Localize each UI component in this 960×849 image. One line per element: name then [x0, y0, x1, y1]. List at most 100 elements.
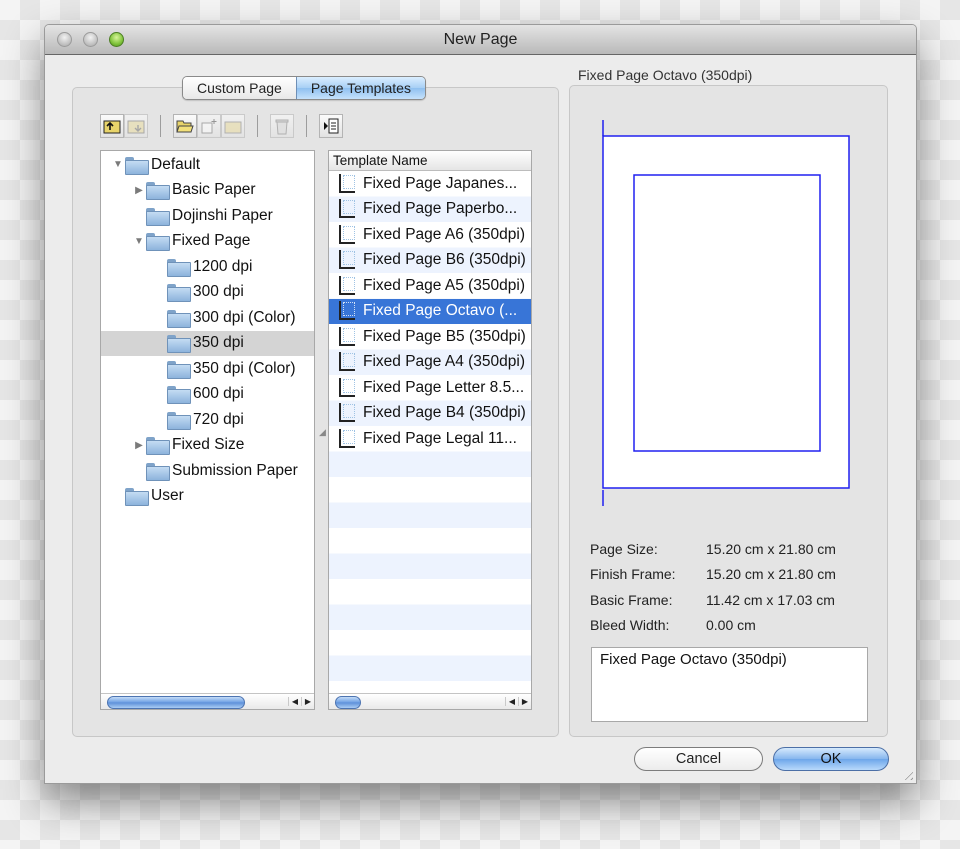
- list-horizontal-scrollbar[interactable]: ◀ ▶: [329, 693, 531, 709]
- scrollbar-track[interactable]: [329, 695, 505, 709]
- page-frame-glyph: [343, 327, 355, 342]
- disclosure-collapsed-icon[interactable]: ▶: [132, 440, 146, 451]
- tree-item[interactable]: ▼ Fixed Page: [101, 229, 314, 254]
- tree-item[interactable]: 720 dpi: [101, 407, 314, 432]
- template-row[interactable]: Fixed Page Japanes...: [329, 171, 531, 197]
- move-to-folder-button[interactable]: [124, 114, 148, 138]
- column-header-template-name[interactable]: Template Name: [329, 151, 531, 171]
- window-title: New Page: [443, 31, 518, 48]
- tree-item[interactable]: ▶ Fixed Size: [101, 433, 314, 458]
- disclosure-expanded-icon[interactable]: ▼: [132, 236, 146, 247]
- info-value: 0.00 cm: [706, 617, 756, 634]
- folder-icon: [167, 360, 191, 379]
- template-row[interactable]: Fixed Page B6 (350dpi): [329, 248, 531, 274]
- template-name: Fixed Page Japanes...: [363, 174, 518, 192]
- cancel-button[interactable]: Cancel: [634, 747, 763, 771]
- template-name: Fixed Page A4 (350dpi): [363, 353, 525, 371]
- page-frame-glyph: [343, 302, 355, 317]
- page-frame-glyph: [343, 378, 355, 393]
- pane-splitter[interactable]: ◢: [317, 150, 327, 710]
- tree-item[interactable]: 350 dpi (Color): [101, 356, 314, 381]
- template-row[interactable]: Fixed Page A5 (350dpi): [329, 273, 531, 299]
- template-row[interactable]: Fixed Page A6 (350dpi): [329, 222, 531, 248]
- tree-item[interactable]: 600 dpi: [101, 382, 314, 407]
- new-folder-button[interactable]: [221, 114, 245, 138]
- tree-item[interactable]: ▶ Basic Paper: [101, 178, 314, 203]
- template-row[interactable]: Fixed Page B4 (350dpi): [329, 401, 531, 427]
- page-template-icon: [339, 377, 357, 398]
- scrollbar-thumb[interactable]: [335, 695, 361, 709]
- tab-custom-page[interactable]: Custom Page: [183, 77, 296, 99]
- folder-tree[interactable]: ▼ Default ▶ Basic Paper Dojinshi Paper ▼ Fixed…: [100, 150, 315, 710]
- splitter-grip-icon: ◢: [319, 427, 326, 437]
- template-row[interactable]: Fixed Page Legal 11...: [329, 426, 531, 452]
- template-name: Fixed Page Letter 8.5...: [363, 378, 525, 396]
- template-toolbar: [100, 112, 343, 140]
- page-template-icon: [339, 352, 357, 372]
- scroll-left-arrow[interactable]: ◀: [288, 697, 301, 706]
- open-folder-button[interactable]: [173, 114, 197, 138]
- scrollbar-thumb[interactable]: [107, 695, 245, 709]
- tree-item-label: Basic Paper: [172, 181, 256, 198]
- tree-item[interactable]: Dojinshi Paper: [101, 203, 314, 228]
- template-browser: ▼ Default ▶ Basic Paper Dojinshi Paper ▼ Fixed…: [72, 87, 559, 737]
- title-bar[interactable]: New Page: [45, 25, 916, 55]
- tree-item[interactable]: Submission Paper: [101, 458, 314, 483]
- tree-item-label: 350 dpi: [193, 334, 244, 351]
- new-folder-icon: [224, 121, 242, 134]
- ok-button[interactable]: OK: [773, 747, 889, 771]
- tree-item[interactable]: 350 dpi: [101, 330, 314, 356]
- page-template-icon: [339, 326, 357, 347]
- page-template-icon: [339, 224, 357, 245]
- delete-button[interactable]: [270, 114, 294, 138]
- folder-icon: [146, 462, 170, 481]
- folder-up-button[interactable]: [100, 114, 124, 138]
- tree-item[interactable]: 300 dpi: [101, 280, 314, 305]
- info-label: Basic Frame:: [590, 591, 673, 608]
- page-template-icon: [339, 301, 357, 321]
- scroll-right-arrow[interactable]: ▶: [518, 697, 531, 706]
- tree-horizontal-scrollbar[interactable]: ◀ ▶: [101, 693, 314, 709]
- resize-grip-icon[interactable]: [901, 768, 913, 780]
- info-label: Bleed Width:: [590, 617, 670, 634]
- page-frame-glyph: [343, 429, 355, 444]
- tree-item-label: Dojinshi Paper: [172, 206, 273, 224]
- tree-item-label: Default: [151, 155, 201, 173]
- disclosure-expanded-icon[interactable]: ▼: [111, 159, 125, 170]
- page-frame-glyph: [343, 353, 355, 368]
- tree-item-label: 300 dpi: [193, 283, 244, 300]
- tree-item-label: Fixed Size: [172, 436, 245, 453]
- new-template-button[interactable]: [197, 114, 221, 138]
- info-value: 15.20 cm x 21.80 cm: [706, 566, 836, 583]
- folder-icon: [146, 233, 170, 251]
- template-row[interactable]: Fixed Page Paperbo...: [329, 197, 531, 223]
- tree-item[interactable]: User: [101, 484, 314, 509]
- info-row: Page Size: 15.20 cm x 21.80 cm: [590, 536, 836, 562]
- page-template-icon: [339, 173, 357, 194]
- preview-title: Fixed Page Octavo (350dpi): [578, 67, 753, 83]
- info-value: 11.42 cm x 17.03 cm: [706, 591, 835, 608]
- scroll-left-arrow[interactable]: ◀: [505, 697, 518, 706]
- template-row[interactable]: Fixed Page Letter 8.5...: [329, 375, 531, 401]
- template-name: Fixed Page B4 (350dpi): [363, 404, 526, 422]
- scroll-right-arrow[interactable]: ▶: [301, 697, 314, 706]
- template-row[interactable]: Fixed Page B5 (350dpi): [329, 324, 531, 350]
- template-row[interactable]: Fixed Page A4 (350dpi): [329, 350, 531, 376]
- tree-item-label: 720 dpi: [193, 410, 244, 428]
- tree-item[interactable]: 1200 dpi: [101, 254, 314, 279]
- tree-item[interactable]: ▼ Default: [101, 152, 314, 177]
- template-name: Fixed Page A6 (350dpi): [363, 225, 525, 243]
- page-preview: [602, 120, 850, 506]
- scrollbar-track[interactable]: [101, 695, 288, 709]
- tab-page-templates[interactable]: Page Templates: [295, 77, 425, 99]
- toggle-list-button[interactable]: [319, 114, 343, 138]
- template-row[interactable]: Fixed Page Octavo (...: [329, 298, 531, 324]
- disclosure-collapsed-icon[interactable]: ▶: [132, 185, 146, 196]
- toolbar-separator: [306, 115, 307, 137]
- page-template-icon: [339, 275, 357, 296]
- page-info: Page Size: 15.20 cm x 21.80 cm Finish Fram…: [590, 536, 836, 638]
- template-name: Fixed Page Legal 11...: [363, 429, 517, 447]
- tree-item[interactable]: 300 dpi (Color): [101, 305, 314, 330]
- new-template-icon: [201, 119, 217, 134]
- template-list[interactable]: Template Name Fixed Page Japanes... Fixed…: [328, 150, 532, 710]
